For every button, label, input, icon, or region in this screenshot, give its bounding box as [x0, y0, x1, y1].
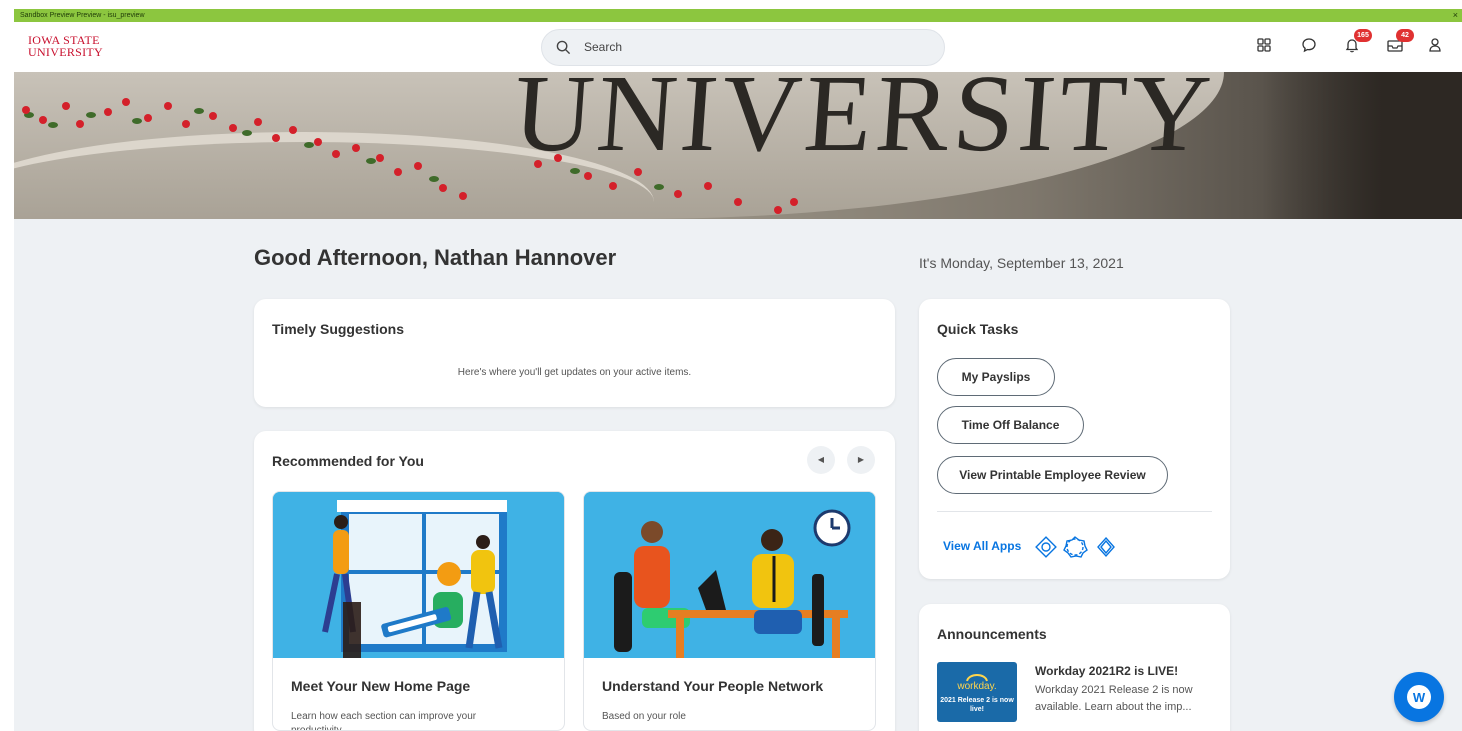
recommendation-tile-home-page[interactable]: Meet Your New Home Page Learn how each s…	[272, 491, 565, 731]
workday-assistant-button[interactable]: W	[1394, 672, 1444, 722]
thumbnail-brand: workday.	[957, 681, 997, 692]
search-input[interactable]: Search	[541, 29, 945, 66]
quick-task-printable-review[interactable]: View Printable Employee Review	[937, 456, 1168, 494]
carousel-next-button[interactable]: ▶	[847, 446, 875, 474]
timely-suggestions-message: Here's where you'll get updates on your …	[457, 367, 692, 378]
notifications-badge: 165	[1354, 29, 1372, 42]
timely-suggestions-card: Timely Suggestions Here's where you'll g…	[254, 299, 895, 407]
greeting-heading: Good Afternoon, Nathan Hannover	[254, 245, 617, 270]
hero-banner: UNIVERSITY	[14, 72, 1462, 219]
people-network-illustration	[584, 492, 875, 658]
environment-banner: Sandbox Preview Preview - isu_preview ×	[14, 9, 1462, 22]
announcement-body: Workday 2021 Release 2 is now available.…	[1035, 684, 1193, 713]
banner-shadow	[1262, 72, 1462, 219]
tile-description: Learn how each section can improve your …	[291, 711, 477, 731]
profile-icon[interactable]	[1428, 37, 1448, 57]
quick-task-time-off-balance[interactable]: Time Off Balance	[937, 406, 1084, 444]
environment-label: Sandbox Preview Preview - isu_preview	[20, 12, 145, 19]
thumbnail-caption: 2021 Release 2 is now live!	[940, 697, 1014, 713]
top-navigation-bar: IOWA STATE UNIVERSITY Search 165 42	[14, 22, 1462, 72]
recommendation-tile-people-network[interactable]: Understand Your People Network Based on …	[583, 491, 876, 731]
announcements-title: Announcements	[937, 626, 1047, 642]
search-icon	[556, 40, 571, 55]
quick-task-my-payslips[interactable]: My Payslips	[937, 358, 1055, 396]
inbox-icon[interactable]: 42	[1386, 29, 1414, 57]
home-page-illustration	[273, 492, 564, 658]
tile-title: Meet Your New Home Page	[291, 678, 471, 694]
search-placeholder: Search	[584, 40, 623, 54]
current-date: It's Monday, September 13, 2021	[919, 255, 1124, 271]
tile-title: Understand Your People Network	[602, 678, 824, 694]
carousel-prev-button[interactable]: ◀	[807, 446, 835, 474]
inbox-badge: 42	[1396, 29, 1414, 42]
recommended-title: Recommended for You	[272, 453, 424, 469]
bell-icon[interactable]: 165	[1344, 29, 1372, 57]
workday-w-icon: W	[1407, 685, 1431, 709]
university-logo[interactable]: IOWA STATE UNIVERSITY	[28, 34, 103, 58]
close-icon[interactable]: ×	[1453, 9, 1458, 22]
divider	[937, 511, 1212, 512]
engraved-university-text: UNIVERSITY	[509, 72, 1219, 174]
chat-icon[interactable]	[1301, 37, 1321, 57]
timely-suggestions-title: Timely Suggestions	[272, 321, 404, 337]
apps-icon[interactable]	[1256, 37, 1276, 57]
quick-tasks-title: Quick Tasks	[937, 321, 1019, 337]
announcement-thumbnail[interactable]: workday. 2021 Release 2 is now live!	[937, 662, 1017, 722]
logo-line-2: UNIVERSITY	[28, 45, 103, 59]
announcement-title[interactable]: Workday 2021R2 is LIVE!	[1035, 664, 1178, 678]
tile-description: Based on your role	[602, 711, 686, 722]
view-all-apps-link[interactable]: View All Apps	[943, 539, 1021, 553]
apps-shapes-icon	[1035, 536, 1115, 558]
